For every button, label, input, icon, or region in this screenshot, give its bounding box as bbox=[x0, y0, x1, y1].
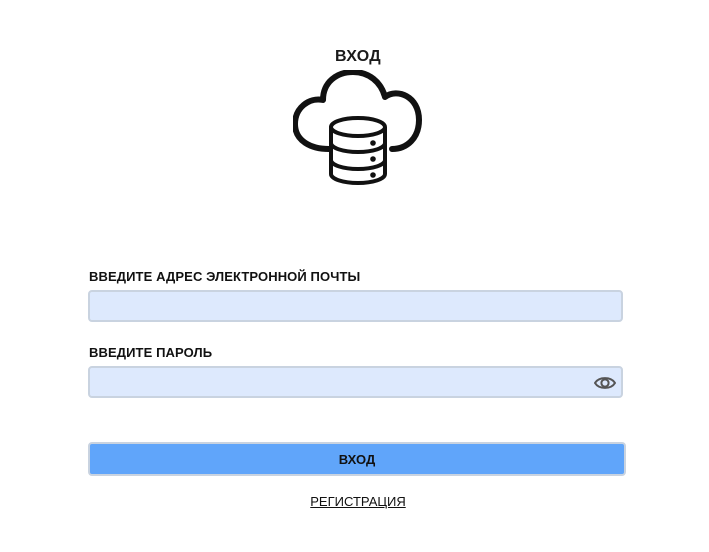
email-input[interactable] bbox=[88, 290, 623, 322]
login-page: ВХОД ВВЕДИТЕ АДРЕС ЭЛЕКТРОННОЙ ПОЧТЫ ВВЕ… bbox=[0, 0, 709, 552]
register-link[interactable]: РЕГИСТРАЦИЯ bbox=[310, 494, 405, 509]
cloud-database-icon bbox=[292, 69, 423, 188]
page-title: ВХОД bbox=[334, 48, 382, 65]
login-button[interactable]: ВХОД bbox=[88, 442, 626, 476]
password-input[interactable] bbox=[88, 366, 623, 398]
email-label: ВВЕДИТЕ АДРЕС ЭЛЕКТРОННОЙ ПОЧТЫ bbox=[89, 269, 361, 284]
register-link-container: РЕГИСТРАЦИЯ bbox=[0, 494, 709, 509]
password-label: ВВЕДИТЕ ПАРОЛЬ bbox=[89, 345, 213, 360]
eye-icon[interactable] bbox=[592, 371, 617, 394]
